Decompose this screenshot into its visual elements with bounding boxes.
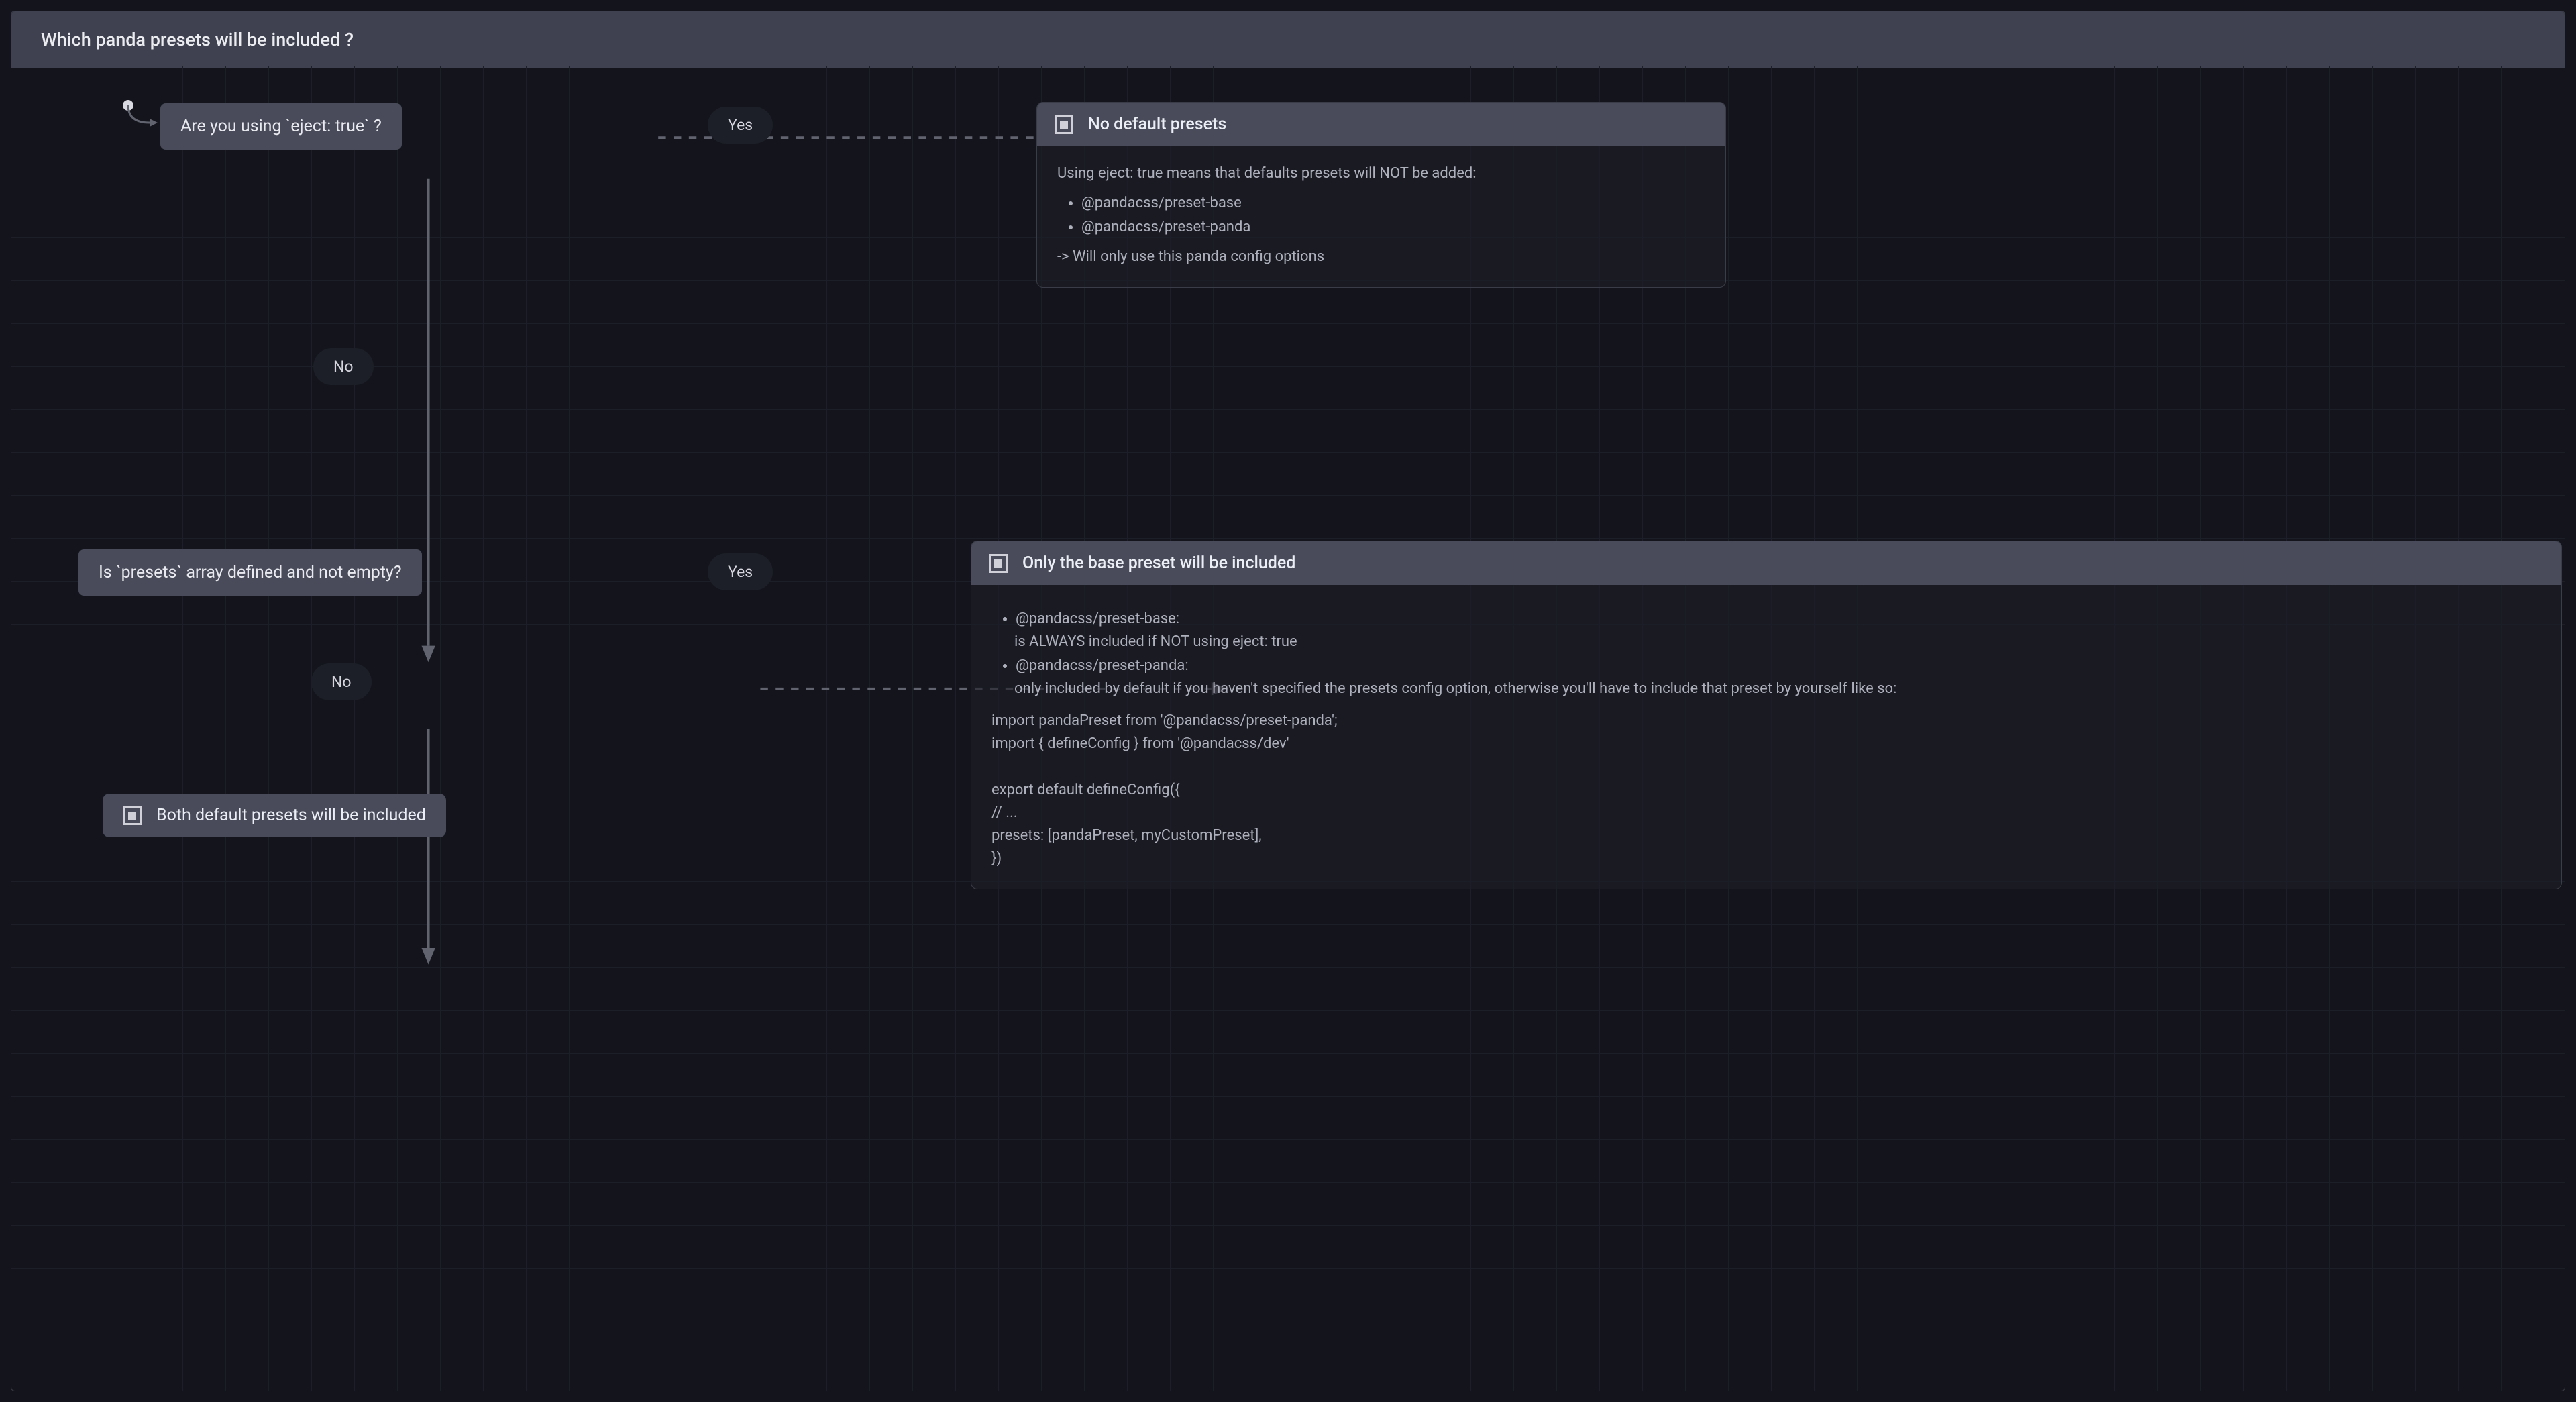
card-header: Only the base preset will be included [971, 541, 2561, 585]
preset-list: @pandacss/preset-base @pandacss/preset-p… [1057, 192, 1705, 239]
bullet-desc: only included by default if you haven't … [1014, 680, 1896, 697]
edge-label-q1-no: No [313, 348, 374, 385]
diagram-canvas: Are you using `eject: true` ? Yes No No … [11, 66, 2565, 1391]
card-only-base-preset: Only the base preset will be included @p… [971, 541, 2562, 889]
terminal-both-defaults: Both default presets will be included [103, 794, 446, 837]
card-no-default-presets: No default presets Using eject: true mea… [1036, 102, 1726, 288]
card-title: No default presets [1088, 115, 1226, 134]
list-item: @pandacss/preset-panda: only included by… [1016, 655, 2541, 700]
card-body: @pandacss/preset-base: is ALWAYS include… [971, 585, 2561, 889]
card-body: Using eject: true means that defaults pr… [1037, 146, 1725, 287]
card-header: No default presets [1037, 103, 1725, 146]
list-item: @pandacss/preset-base: is ALWAYS include… [1016, 608, 2541, 653]
decision-eject-label: Are you using `eject: true` ? [180, 117, 382, 136]
edge-label-q2-no: No [311, 663, 372, 700]
card-intro-text: Using eject: true means that defaults pr… [1057, 162, 1705, 185]
terminal-label: Both default presets will be included [156, 806, 426, 825]
stop-squared-icon [123, 806, 142, 825]
code-snippet: import pandaPreset from '@pandacss/prese… [991, 710, 2541, 870]
edge-label-q1-yes: Yes [708, 107, 773, 144]
diagram-title-bar: Which panda presets will be included ? [11, 11, 2565, 68]
list-item: @pandacss/preset-panda [1081, 216, 1705, 239]
decision-eject: Are you using `eject: true` ? [160, 103, 402, 150]
start-arrow-icon [123, 100, 163, 140]
decision-presets-array: Is `presets` array defined and not empty… [78, 549, 422, 596]
diagram-title: Which panda presets will be included ? [41, 29, 354, 50]
diagram-frame: Which panda presets will be included ? A… [11, 11, 2565, 1391]
card-outro-text: -> Will only use this panda config optio… [1057, 246, 1705, 268]
list-item: @pandacss/preset-base [1081, 192, 1705, 215]
bullet-head: @pandacss/preset-base: [1016, 610, 1179, 627]
card-title: Only the base preset will be included [1022, 553, 1295, 573]
stop-squared-icon [989, 554, 1008, 573]
stop-squared-icon [1055, 115, 1073, 134]
bullet-desc: is ALWAYS included if NOT using eject: t… [1014, 633, 1297, 650]
edge-label-q2-yes: Yes [708, 553, 773, 590]
bullet-head: @pandacss/preset-panda: [1016, 657, 1189, 674]
decision-presets-array-label: Is `presets` array defined and not empty… [99, 563, 402, 582]
preset-explain-list: @pandacss/preset-base: is ALWAYS include… [991, 608, 2541, 700]
